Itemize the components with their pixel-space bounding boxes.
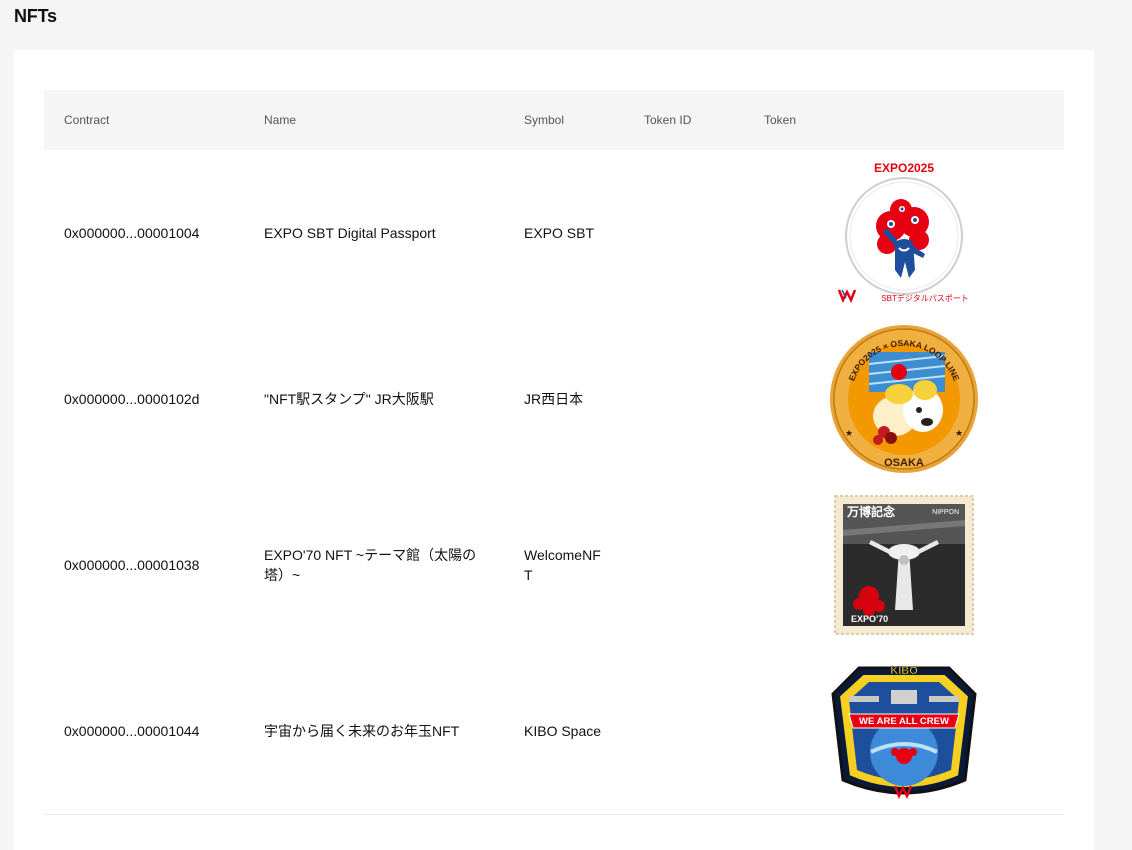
nft-table: Contract Name Symbol Token ID Token 0x00… (44, 90, 1064, 815)
nft-name: 宇宙から届く未来のお年玉NFT (264, 723, 460, 739)
jr-osaka-station-stamp-image[interactable]: EXPO2025 × OSAKA LOOP LINE OSAKA ★ ★ (824, 324, 984, 474)
nft-name: EXPO'70 NFT ~テーマ館（太陽の塔）~ (264, 547, 477, 583)
osaka-text: OSAKA (884, 457, 924, 469)
expo70-stamp-image[interactable]: 万博記念 NIPPON EXPO'70 (824, 490, 984, 640)
table-row[interactable]: 0x000000...00001038 EXPO'70 NFT ~テーマ館（太陽… (44, 482, 1064, 648)
kibo-text: KIBO (890, 665, 918, 677)
svg-text:★: ★ (955, 428, 963, 438)
table-header: Contract Name Symbol Token ID Token (44, 90, 1064, 150)
kibo-space-patch-image[interactable]: WE ARE ALL CREW KIBO (824, 656, 984, 806)
table-row[interactable]: 0x000000...0000102d "NFT駅スタンプ" JR大阪駅 JR西… (44, 316, 1064, 482)
expo-sbt-passport-image[interactable]: EXPO2025 SBTデジタルパスポート (824, 158, 984, 308)
contract-address[interactable]: 0x000000...00001044 (64, 721, 199, 741)
header-token: Token (764, 113, 797, 127)
nft-name: EXPO SBT Digital Passport (264, 225, 436, 241)
nft-name: "NFT駅スタンプ" JR大阪駅 (264, 391, 434, 407)
table-row[interactable]: 0x000000...00001044 宇宙から届く未来のお年玉NFT KIBO… (44, 648, 1064, 815)
header-contract: Contract (64, 113, 110, 127)
expo70-text: EXPO'70 (851, 614, 888, 624)
nft-symbol: KIBO Space (524, 723, 602, 739)
page-title: NFTs (14, 6, 57, 26)
contract-address[interactable]: 0x000000...0000102d (64, 389, 199, 409)
expo2025-text: EXPO2025 (874, 161, 934, 175)
nft-symbol: EXPO SBT (524, 225, 595, 241)
header-symbol: Symbol (524, 113, 565, 127)
nft-symbol: WelcomeNFT (524, 547, 601, 583)
table-row[interactable]: 0x000000...00001004 EXPO SBT Digital Pas… (44, 150, 1064, 316)
nft-symbol: JR西日本 (524, 391, 584, 407)
sbt-passport-text: SBTデジタルパスポート (881, 293, 968, 303)
contract-address[interactable]: 0x000000...00001038 (64, 555, 199, 575)
nippon-text: NIPPON (932, 509, 959, 516)
nfts-card: Contract Name Symbol Token ID Token 0x00… (14, 50, 1094, 850)
contract-address[interactable]: 0x000000...00001004 (64, 223, 199, 243)
svg-text:万博記念: 万博記念 (846, 504, 895, 519)
header-token-id: Token ID (644, 113, 692, 127)
svg-text:★: ★ (845, 428, 853, 438)
header-name: Name (264, 113, 297, 127)
we-are-all-crew-text: WE ARE ALL CREW (859, 716, 949, 727)
